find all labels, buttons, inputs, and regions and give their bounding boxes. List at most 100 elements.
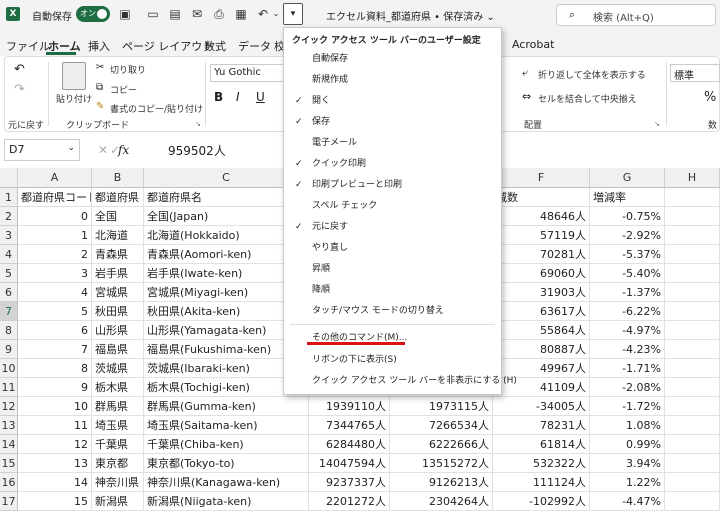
italic-icon[interactable]: I xyxy=(236,90,240,104)
menu-item-hide-qat[interactable]: クイック アクセス ツール バーを非表示にする (H) xyxy=(284,371,517,391)
search-box[interactable]: ⌕ 検索 (Alt+Q) xyxy=(556,4,716,26)
tab-formulas[interactable]: 数式 xyxy=(204,38,226,54)
tab-file[interactable]: ファイル xyxy=(6,38,50,54)
menu-item-0[interactable]: 自動保存 xyxy=(284,49,501,69)
cell-a7[interactable]: 5 xyxy=(18,302,92,321)
percent-icon[interactable]: % xyxy=(704,90,716,105)
underline-icon[interactable]: U xyxy=(256,90,265,104)
cell-b11[interactable]: 栃木県 xyxy=(92,378,144,397)
cell-f17[interactable]: -102992人 xyxy=(493,492,590,511)
quick-print-icon[interactable]: ⎙ xyxy=(212,7,226,21)
column-header-b[interactable]: B xyxy=(92,168,144,188)
menu-item-3[interactable]: ✓ 保存 xyxy=(284,112,501,132)
cell-h1[interactable] xyxy=(665,188,720,207)
cell-f16[interactable]: 111124人 xyxy=(493,473,590,492)
cancel-entry-icon[interactable]: ✕ xyxy=(98,143,108,157)
menu-item-11[interactable]: 降順 xyxy=(284,280,501,300)
open-folder-icon[interactable]: ▭ xyxy=(146,7,160,21)
cell-f1[interactable]: 減数 xyxy=(493,188,590,207)
cell-a3[interactable]: 1 xyxy=(18,226,92,245)
menu-item-4[interactable]: 電子メール xyxy=(284,133,501,153)
cell-c14[interactable]: 千葉県(Chiba-ken) xyxy=(144,435,309,454)
cell-a16[interactable]: 14 xyxy=(18,473,92,492)
row-header[interactable]: 15 xyxy=(0,454,18,473)
cell-b7[interactable]: 秋田県 xyxy=(92,302,144,321)
row-header[interactable]: 2 xyxy=(0,207,18,226)
dialog-launcher-icon[interactable]: ↘ xyxy=(654,120,660,128)
cell-g6[interactable]: -1.37% xyxy=(590,283,665,302)
cell-h15[interactable] xyxy=(665,454,720,473)
file-title[interactable]: エクセル資料_都道府県 • 保存済み ⌄ xyxy=(326,8,495,23)
menu-item-9[interactable]: やり直し xyxy=(284,238,501,258)
row-header[interactable]: 14 xyxy=(0,435,18,454)
row-header[interactable]: 11 xyxy=(0,378,18,397)
cell-g15[interactable]: 3.94% xyxy=(590,454,665,473)
menu-item-show-below-ribbon[interactable]: リボンの下に表示(S) xyxy=(284,350,501,370)
print-preview-icon[interactable]: ▦ xyxy=(234,7,248,21)
cell-h16[interactable] xyxy=(665,473,720,492)
cell-g1[interactable]: 増減率 xyxy=(590,188,665,207)
cell-h17[interactable] xyxy=(665,492,720,511)
merge-center-button[interactable]: セルを結合して中央揃え xyxy=(538,92,637,105)
cell-g7[interactable]: -6.22% xyxy=(590,302,665,321)
cell-a13[interactable]: 11 xyxy=(18,416,92,435)
tab-insert[interactable]: 挿入 xyxy=(88,38,110,54)
column-header-h[interactable]: H xyxy=(665,168,720,188)
number-format-combo[interactable]: 標準 xyxy=(670,64,720,82)
cell-a11[interactable]: 9 xyxy=(18,378,92,397)
copy-button[interactable]: コピー xyxy=(110,83,137,96)
paste-icon[interactable] xyxy=(62,62,86,90)
cell-c12[interactable]: 群馬県(Gumma-ken) xyxy=(144,397,309,416)
format-painter-button[interactable]: 書式のコピー/貼り付け xyxy=(110,102,203,115)
cell-h10[interactable] xyxy=(665,359,720,378)
undo-icon[interactable]: ↶ xyxy=(14,62,25,77)
redo-icon[interactable]: ↷ xyxy=(14,82,25,97)
menu-item-more-commands[interactable]: その他のコマンド(M)... xyxy=(284,328,501,348)
row-header[interactable]: 10 xyxy=(0,359,18,378)
undo-dropdown-icon[interactable]: ⌄ xyxy=(269,7,283,21)
row-header[interactable]: 12 xyxy=(0,397,18,416)
column-header-g[interactable]: G xyxy=(590,168,665,188)
row-header[interactable]: 7 xyxy=(0,302,18,321)
cell-f2[interactable]: 48646人 xyxy=(493,207,590,226)
cell-b4[interactable]: 青森県 xyxy=(92,245,144,264)
cell-a8[interactable]: 6 xyxy=(18,321,92,340)
cell-e15[interactable]: 13515272人 xyxy=(390,454,493,473)
cell-e12[interactable]: 1973115人 xyxy=(390,397,493,416)
cell-g3[interactable]: -2.92% xyxy=(590,226,665,245)
cell-g10[interactable]: -1.71% xyxy=(590,359,665,378)
cell-a9[interactable]: 7 xyxy=(18,340,92,359)
cell-a6[interactable]: 4 xyxy=(18,283,92,302)
cell-e13[interactable]: 7266534人 xyxy=(390,416,493,435)
name-box[interactable]: D7 ⌄ xyxy=(4,139,80,161)
cell-a5[interactable]: 3 xyxy=(18,264,92,283)
cell-b3[interactable]: 北海道 xyxy=(92,226,144,245)
cell-b12[interactable]: 群馬県 xyxy=(92,397,144,416)
cell-h2[interactable] xyxy=(665,207,720,226)
cell-f13[interactable]: 78231人 xyxy=(493,416,590,435)
cell-g11[interactable]: -2.08% xyxy=(590,378,665,397)
cell-h5[interactable] xyxy=(665,264,720,283)
cell-b9[interactable]: 福島県 xyxy=(92,340,144,359)
cell-f12[interactable]: -34005人 xyxy=(493,397,590,416)
cell-b2[interactable]: 全国 xyxy=(92,207,144,226)
cell-h4[interactable] xyxy=(665,245,720,264)
cell-g9[interactable]: -4.23% xyxy=(590,340,665,359)
cell-f5[interactable]: 69060人 xyxy=(493,264,590,283)
row-header[interactable]: 9 xyxy=(0,340,18,359)
cell-a10[interactable]: 8 xyxy=(18,359,92,378)
menu-item-8[interactable]: ✓ 元に戻す xyxy=(284,217,501,237)
cell-c13[interactable]: 埼玉県(Saitama-ken) xyxy=(144,416,309,435)
cell-d13[interactable]: 7344765人 xyxy=(309,416,390,435)
cell-g14[interactable]: 0.99% xyxy=(590,435,665,454)
row-header[interactable]: 5 xyxy=(0,264,18,283)
cell-a12[interactable]: 10 xyxy=(18,397,92,416)
cell-b15[interactable]: 東京都 xyxy=(92,454,144,473)
row-header[interactable]: 8 xyxy=(0,321,18,340)
autosave-toggle[interactable]: オン xyxy=(76,6,110,22)
row-header[interactable]: 16 xyxy=(0,473,18,492)
tab-page-layout[interactable]: ページ レイアウト xyxy=(122,38,213,54)
cell-d17[interactable]: 2201272人 xyxy=(309,492,390,511)
insert-function-button[interactable]: fx xyxy=(118,143,129,157)
cell-b13[interactable]: 埼玉県 xyxy=(92,416,144,435)
